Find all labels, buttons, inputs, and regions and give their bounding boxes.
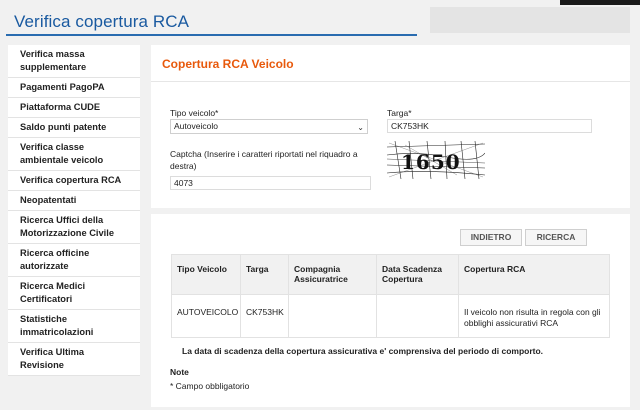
- tipo-veicolo-label: Tipo veicolo*: [170, 108, 219, 118]
- header-data-scadenza: Data Scadenza Copertura: [376, 254, 459, 295]
- header-targa: Targa: [240, 254, 289, 295]
- tipo-veicolo-select[interactable]: Autoveicolo ⌄: [170, 119, 368, 134]
- sidebar-item-classe-ambientale[interactable]: Verifica classe ambientale veicolo: [8, 138, 140, 171]
- sidebar-item-massa-supplementare[interactable]: Verifica massa supplementare: [8, 45, 140, 78]
- sidebar-item-saldo-punti[interactable]: Saldo punti patente: [8, 118, 140, 138]
- required-field-note: * Campo obbligatorio: [170, 381, 250, 391]
- search-button[interactable]: RICERCA: [525, 229, 587, 246]
- chevron-down-icon: ⌄: [357, 123, 364, 132]
- cell-targa: CK753HK: [240, 294, 289, 338]
- cell-copertura-rca: Il veicolo non risulta in regola con gli…: [458, 294, 610, 338]
- targa-label: Targa*: [387, 108, 412, 118]
- cell-data-scadenza: [376, 294, 459, 338]
- header-tipo-veicolo: Tipo Veicolo: [171, 254, 241, 295]
- page-title: Verifica copertura RCA: [14, 12, 190, 31]
- cell-compagnia: [288, 294, 377, 338]
- captcha-image: 1650: [387, 141, 485, 179]
- sidebar-item-piattaforma-cude[interactable]: Piattaforma CUDE: [8, 98, 140, 118]
- table-row: AUTOVEICOLO CK753HK Il veicolo non risul…: [171, 294, 610, 338]
- header-copertura-rca: Copertura RCA: [458, 254, 610, 295]
- title-underline: [6, 34, 417, 36]
- sidebar-nav: Verifica massa supplementare Pagamenti P…: [8, 45, 140, 376]
- sidebar-item-pagamenti-pagopa[interactable]: Pagamenti PagoPA: [8, 78, 140, 98]
- sidebar-item-ultima-revisione[interactable]: Verifica Ultima Revisione: [8, 343, 140, 376]
- captcha-input[interactable]: 4073: [170, 176, 371, 190]
- note-label: Note: [170, 367, 189, 377]
- coverage-notice: La data di scadenza della copertura assi…: [182, 346, 544, 356]
- section-divider: [151, 81, 630, 82]
- content-panel: Copertura RCA Veicolo Tipo veicolo* Auto…: [151, 45, 630, 407]
- header-top-tag: [560, 0, 640, 5]
- header-right-panel: [430, 7, 630, 33]
- sidebar-item-neopatentati[interactable]: Neopatentati: [8, 191, 140, 211]
- result-table: Tipo Veicolo Targa Compagnia Assicuratri…: [171, 254, 610, 338]
- sidebar-item-medici[interactable]: Ricerca Medici Certificatori: [8, 277, 140, 310]
- back-button[interactable]: INDIETRO: [460, 229, 522, 246]
- tipo-veicolo-value: Autoveicolo: [174, 121, 218, 131]
- captcha-label: Captcha (Inserire i caratteri riportati …: [170, 149, 358, 171]
- captcha-text: 1650: [401, 150, 461, 174]
- sidebar-item-copertura-rca[interactable]: Verifica copertura RCA: [8, 171, 140, 191]
- targa-input[interactable]: CK753HK: [387, 119, 592, 133]
- sidebar-item-uffici-motorizzazione[interactable]: Ricerca Uffici della Motorizzazione Civi…: [8, 211, 140, 244]
- sidebar-item-officine[interactable]: Ricerca officine autorizzate: [8, 244, 140, 277]
- header-compagnia: Compagnia Assicuratrice: [288, 254, 377, 295]
- captcha-graphic: 1650: [387, 141, 485, 179]
- top-strip: [0, 0, 640, 4]
- section-title: Copertura RCA Veicolo: [162, 57, 294, 71]
- table-header-row: Tipo Veicolo Targa Compagnia Assicuratri…: [171, 254, 610, 295]
- sidebar-item-statistiche[interactable]: Statistiche immatricolazioni: [8, 310, 140, 343]
- form-separator: [151, 208, 630, 214]
- cell-tipo-veicolo: AUTOVEICOLO: [171, 294, 241, 338]
